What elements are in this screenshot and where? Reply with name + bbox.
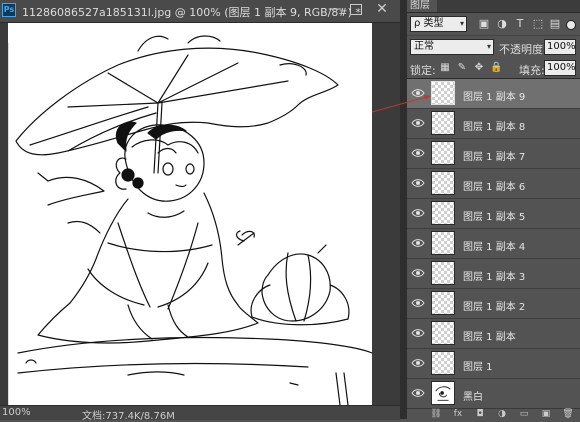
layer-thumbnail[interactable]: [431, 81, 455, 105]
document-size[interactable]: 文档:737.4K/8.76M: [82, 407, 175, 422]
fill-field[interactable]: 100%: [544, 60, 576, 76]
visibility-eye-icon[interactable]: [411, 177, 425, 189]
layer-name: 图层 1 副本 6: [463, 182, 526, 193]
layer-row[interactable]: 图层 1 副本: [407, 319, 580, 349]
layer-name: 图层 1 副本 7: [463, 152, 526, 163]
layer-thumbnail[interactable]: [431, 291, 455, 315]
adjustment-filter-icon[interactable]: ◑: [495, 17, 509, 31]
visibility-eye-icon[interactable]: [411, 357, 425, 369]
filter-type-label: ρ 类型: [414, 18, 444, 29]
layer-row[interactable]: 图层 1 副本 3: [407, 259, 580, 289]
status-bar: 100% 文档:737.4K/8.76M: [0, 405, 400, 422]
fill-label: 填充:: [519, 64, 545, 77]
layer-thumbnail[interactable]: [431, 111, 455, 135]
layer-name: 图层 1: [463, 362, 493, 373]
image-filter-icon[interactable]: ▣: [477, 17, 491, 31]
layer-row[interactable]: 图层 1 副本 5: [407, 199, 580, 229]
layer-name: 图层 1 副本 2: [463, 302, 526, 313]
filter-type-dropdown[interactable]: ρ 类型 ▾: [410, 16, 467, 32]
layer-row[interactable]: 图层 1 副本 8: [407, 109, 580, 139]
layer-name: 图层 1 副本 8: [463, 122, 526, 133]
new-layer-icon[interactable]: ▣: [539, 409, 553, 420]
layer-thumbnail[interactable]: [431, 231, 455, 255]
layer-name: 图层 1 副本 9: [463, 92, 526, 103]
visibility-eye-icon[interactable]: [411, 207, 425, 219]
layer-row[interactable]: 图层 1 副本 9: [407, 79, 580, 109]
layer-thumbnail[interactable]: [431, 381, 455, 405]
zoom-level[interactable]: 100%: [2, 407, 31, 418]
document-tab[interactable]: Ps 11286086527a185131l.jpg @ 100% (图层 1 …: [0, 0, 400, 23]
layers-bottom-bar: ⛓ fx ◘ ◑ ▭ ▣ 🗑: [407, 408, 580, 420]
visibility-eye-icon[interactable]: [411, 117, 425, 129]
close-button[interactable]: ✕: [374, 1, 390, 17]
blend-mode-dropdown[interactable]: 正常 ▾: [410, 39, 494, 55]
lock-image-icon[interactable]: ✎: [456, 61, 468, 75]
visibility-eye-icon[interactable]: [411, 87, 425, 99]
layer-row[interactable]: 黑白: [407, 379, 580, 409]
layer-mask-icon[interactable]: ◘: [473, 409, 487, 420]
layer-name: 图层 1 副本 3: [463, 272, 526, 283]
minimize-button[interactable]: —: [326, 2, 344, 18]
layer-filter-row: ρ 类型 ▾ ▣ ◑ T ⬚ ▤: [407, 13, 580, 36]
lock-transparent-icon[interactable]: ▦: [439, 61, 451, 75]
layer-thumbnail[interactable]: [431, 321, 455, 345]
chevron-down-icon: ▾: [459, 19, 464, 28]
adjustment-layer-icon[interactable]: ◑: [495, 409, 509, 420]
trash-icon[interactable]: 🗑: [561, 409, 575, 420]
canvas-area[interactable]: [0, 23, 400, 405]
layer-row[interactable]: 图层 1 副本 6: [407, 169, 580, 199]
line-art-illustration[interactable]: [8, 23, 372, 405]
panel-divider: [400, 0, 407, 419]
layer-name: 黑白: [463, 392, 483, 403]
tab-layers[interactable]: 图层: [407, 0, 437, 12]
layer-thumbnail[interactable]: [431, 261, 455, 285]
lock-all-icon[interactable]: 🔒: [490, 61, 502, 75]
visibility-eye-icon[interactable]: [411, 327, 425, 339]
smart-object-filter-icon[interactable]: ▤: [548, 17, 562, 31]
visibility-eye-icon[interactable]: [411, 237, 425, 249]
visibility-eye-icon[interactable]: [411, 147, 425, 159]
layer-name: 图层 1 副本 4: [463, 242, 526, 253]
shape-filter-icon[interactable]: ⬚: [531, 17, 545, 31]
layer-thumbnail[interactable]: [431, 141, 455, 165]
document-window: Ps 11286086527a185131l.jpg @ 100% (图层 1 …: [0, 0, 400, 422]
visibility-eye-icon[interactable]: [411, 267, 425, 279]
layer-thumbnail[interactable]: [431, 201, 455, 225]
blend-mode-label: 正常: [414, 41, 434, 52]
layer-row[interactable]: 图层 1 副本 2: [407, 289, 580, 319]
opacity-label: 不透明度:: [499, 43, 547, 56]
link-layers-icon[interactable]: ⛓: [429, 409, 443, 420]
blend-row: 正常 ▾ 不透明度: 100%: [407, 36, 580, 58]
panel-tabbar: 图层: [407, 0, 580, 13]
layers-panel: 图层 ρ 类型 ▾ ▣ ◑ T ⬚ ▤ 正常 ▾ 不透明度: 100% 锁定: …: [407, 0, 580, 420]
opacity-field[interactable]: 100%: [544, 39, 576, 55]
lock-label: 锁定:: [410, 64, 436, 77]
visibility-eye-icon[interactable]: [411, 297, 425, 309]
maximize-button[interactable]: [350, 4, 362, 15]
document-title: 11286086527a185131l.jpg @ 100% (图层 1 副本 …: [22, 6, 361, 19]
layer-row[interactable]: 图层 1: [407, 349, 580, 379]
layer-row[interactable]: 图层 1 副本 4: [407, 229, 580, 259]
layer-row[interactable]: 图层 1 副本 7: [407, 139, 580, 169]
lock-row: 锁定: ▦ ✎ ✥ 🔒 填充: 100%: [407, 58, 580, 79]
lock-position-icon[interactable]: ✥: [473, 61, 485, 75]
type-filter-icon[interactable]: T: [513, 17, 527, 31]
layers-list: 图层 1 副本 9 图层 1 副本 8 图层 1 副本 7 图层 1 副本 6 图层 1…: [407, 79, 580, 409]
photoshop-logo-icon: Ps: [2, 3, 16, 17]
filter-toggle[interactable]: [566, 20, 576, 30]
layer-name: 图层 1 副本: [463, 332, 516, 343]
chevron-down-icon: ▾: [486, 42, 491, 51]
visibility-eye-icon[interactable]: [411, 387, 425, 399]
new-group-icon[interactable]: ▭: [517, 409, 531, 420]
layer-name: 图层 1 副本 5: [463, 212, 526, 223]
layer-thumbnail[interactable]: [431, 171, 455, 195]
fx-icon[interactable]: fx: [451, 409, 465, 420]
layer-thumbnail[interactable]: [431, 351, 455, 375]
